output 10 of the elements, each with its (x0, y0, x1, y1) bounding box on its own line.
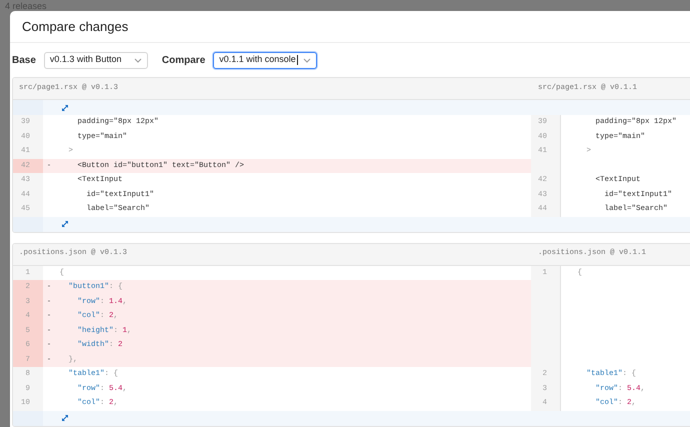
expand-icon[interactable] (61, 104, 69, 112)
expand-icon[interactable] (61, 220, 69, 228)
version-select[interactable]: v0.1.1 with console (213, 52, 318, 68)
expand-icon[interactable] (61, 414, 69, 422)
chevron-icon (303, 58, 312, 62)
version-select[interactable]: v0.1.3 with Button (44, 52, 148, 68)
select-label: Base (12, 54, 36, 68)
select-label: Compare (162, 54, 206, 68)
chevron-icon (134, 58, 142, 62)
dialog-title: Compare changes (22, 18, 128, 36)
